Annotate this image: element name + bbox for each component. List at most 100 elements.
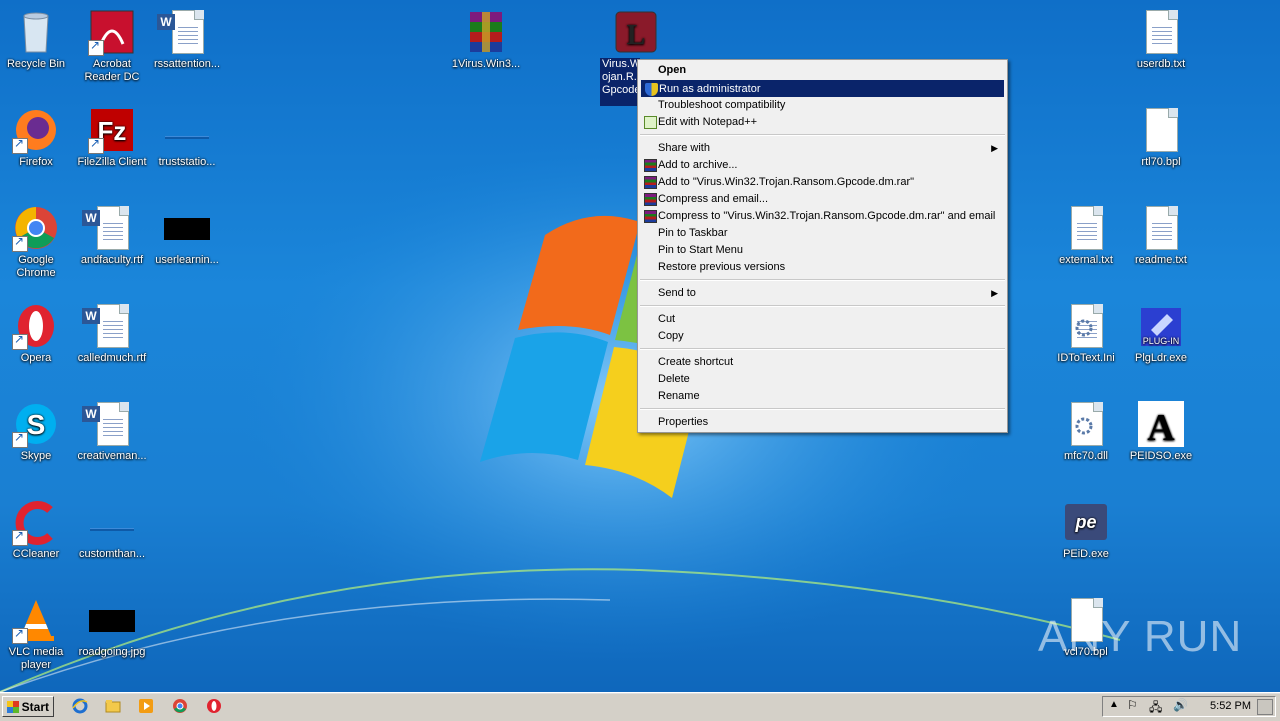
icon-label: Google Chrome bbox=[16, 254, 56, 279]
show-desktop-button[interactable] bbox=[1257, 699, 1273, 715]
desktop-icon-chrome[interactable]: Google Chrome bbox=[0, 200, 74, 280]
desktop-icon-peid[interactable]: pe PEiD.exe bbox=[1048, 494, 1124, 561]
icon-label: readme.txt bbox=[1135, 254, 1187, 266]
skype-icon: S bbox=[12, 400, 60, 448]
icon-label: Firefox bbox=[19, 156, 53, 168]
desktop-icon-opera[interactable]: Opera bbox=[0, 298, 74, 365]
opera-icon[interactable] bbox=[206, 698, 222, 714]
volume-icon[interactable]: 🔊 bbox=[1173, 698, 1188, 712]
menu-separator bbox=[640, 348, 1005, 350]
desktop-icon-roadgoing[interactable]: roadgoing.jpg bbox=[74, 592, 150, 659]
menu-item-restore-previous-versions[interactable]: Restore previous versions bbox=[641, 259, 1004, 276]
shortcut-arrow-icon bbox=[88, 136, 104, 154]
show-hidden-icons-icon[interactable]: ▲ bbox=[1109, 699, 1119, 710]
menu-item-create-shortcut[interactable]: Create shortcut bbox=[641, 354, 1004, 371]
chrome-icon[interactable] bbox=[172, 698, 188, 714]
desktop-icon-peidso[interactable]: A PEIDSO.exe bbox=[1123, 396, 1199, 463]
desktop-icon-skype[interactable]: S Skype bbox=[0, 396, 74, 463]
submenu-arrow-icon: ▶ bbox=[991, 288, 998, 298]
icon-label: userlearnin... bbox=[155, 254, 219, 266]
action-center-flag-icon[interactable]: ⚐ bbox=[1127, 698, 1138, 712]
menu-separator bbox=[640, 279, 1005, 281]
menu-separator bbox=[640, 305, 1005, 307]
dll-icon bbox=[1062, 400, 1110, 448]
menu-item-pin-to-start-menu[interactable]: Pin to Start Menu bbox=[641, 242, 1004, 259]
menu-item-open[interactable]: Open bbox=[641, 62, 1004, 79]
shortcut-arrow-icon bbox=[12, 430, 28, 448]
menu-item-add-to-rar[interactable]: Add to "Virus.Win32.Trojan.Ransom.Gpcode… bbox=[641, 174, 1004, 191]
desktop-icon-acrobat[interactable]: Acrobat Reader DC bbox=[74, 4, 150, 84]
desktop-icon-creativeman[interactable]: W creativeman... bbox=[74, 396, 150, 463]
desktop-icon-recycle-bin[interactable]: Recycle Bin bbox=[0, 4, 74, 71]
opera-icon bbox=[12, 302, 60, 350]
desktop-icon-ccleaner[interactable]: CCleaner bbox=[0, 494, 74, 561]
chrome-icon bbox=[12, 204, 60, 252]
menu-item-run-as-administrator[interactable]: Run as administrator bbox=[641, 80, 1004, 97]
media-player-icon[interactable] bbox=[138, 698, 154, 714]
windows-flag-icon bbox=[7, 701, 19, 713]
taskbar: Start ▲ ⚐ 🖧 🔊 5:52 PM bbox=[0, 692, 1280, 721]
desktop-icon-external[interactable]: external.txt bbox=[1048, 200, 1124, 267]
desktop-icon-mfc70[interactable]: mfc70.dll bbox=[1048, 396, 1124, 463]
menu-item-send-to[interactable]: Send to ▶ bbox=[641, 285, 1004, 302]
menu-item-copy[interactable]: Copy bbox=[641, 328, 1004, 345]
icon-label: external.txt bbox=[1059, 254, 1113, 266]
menu-item-properties[interactable]: Properties bbox=[641, 414, 1004, 431]
desktop-icon-userdb[interactable]: userdb.txt bbox=[1123, 4, 1199, 71]
blank-file-icon bbox=[88, 498, 136, 546]
desktop-icon-plgldr[interactable]: PLUG-IN PlgLdr.exe bbox=[1123, 298, 1199, 365]
shortcut-arrow-icon bbox=[12, 528, 28, 546]
menu-item-pin-to-taskbar[interactable]: Pin to Taskbar bbox=[641, 225, 1004, 242]
desktop-icon-rtl70[interactable]: rtl70.bpl bbox=[1123, 102, 1199, 169]
menu-item-share-with[interactable]: Share with ▶ bbox=[641, 140, 1004, 157]
desktop-icon-andfaculty[interactable]: W andfaculty.rtf bbox=[74, 200, 150, 267]
desktop-icon-filezilla[interactable]: Fz FileZilla Client bbox=[74, 102, 150, 169]
icon-label: creativeman... bbox=[77, 450, 147, 462]
menu-item-cut[interactable]: Cut bbox=[641, 311, 1004, 328]
network-icon[interactable]: 🖧 bbox=[1149, 698, 1162, 719]
desktop-icon-idtotext[interactable]: IDToText.Ini bbox=[1048, 298, 1124, 365]
recycle-bin-icon bbox=[12, 8, 60, 56]
firefox-icon bbox=[12, 106, 60, 154]
shortcut-arrow-icon bbox=[12, 626, 28, 644]
text-file-icon bbox=[1062, 204, 1110, 252]
shortcut-arrow-icon bbox=[88, 38, 104, 56]
desktop-icon-customthan[interactable]: customthan... bbox=[74, 494, 150, 561]
winrar-icon bbox=[644, 193, 657, 206]
submenu-arrow-icon: ▶ bbox=[991, 143, 998, 153]
anyrun-watermark: ANY RUN bbox=[1038, 612, 1243, 661]
menu-item-add-to-archive[interactable]: Add to archive... bbox=[641, 157, 1004, 174]
desktop-icon-firefox[interactable]: Firefox bbox=[0, 102, 74, 169]
text-file-icon bbox=[1137, 8, 1185, 56]
icon-label: VLC media player bbox=[8, 646, 64, 671]
ccleaner-icon bbox=[12, 498, 60, 546]
menu-item-troubleshoot-compatibility[interactable]: Troubleshoot compatibility bbox=[641, 97, 1004, 114]
explorer-icon[interactable] bbox=[105, 698, 121, 714]
start-button[interactable]: Start bbox=[2, 696, 54, 717]
desktop-icon-calledmuch[interactable]: W calledmuch.rtf bbox=[74, 298, 150, 365]
menu-separator bbox=[640, 408, 1005, 410]
desktop-icon-truststation[interactable]: truststatio... bbox=[149, 102, 225, 169]
word-doc-icon: W bbox=[82, 302, 136, 350]
menu-item-compress-and-email[interactable]: Compress and email... bbox=[641, 191, 1004, 208]
shortcut-arrow-icon bbox=[12, 234, 28, 252]
svg-text:S: S bbox=[27, 409, 46, 440]
icon-label: PEiD.exe bbox=[1063, 548, 1109, 560]
plugin-icon: PLUG-IN bbox=[1137, 302, 1185, 350]
desktop-icon-vlc[interactable]: VLC media player bbox=[0, 592, 74, 672]
menu-item-edit-with-notepadpp[interactable]: Edit with Notepad++ bbox=[641, 114, 1004, 131]
icon-label: PEIDSO.exe bbox=[1129, 450, 1193, 462]
winrar-icon bbox=[644, 159, 657, 172]
icon-label: PlgLdr.exe bbox=[1135, 352, 1187, 364]
icon-label: 1Virus.Win3... bbox=[451, 58, 521, 70]
desktop-icon-readme[interactable]: readme.txt bbox=[1123, 200, 1199, 267]
desktop-icon-winrar-archive[interactable]: 1Virus.Win3... bbox=[448, 4, 524, 71]
desktop-icon-rssattention[interactable]: W rssattention... bbox=[149, 4, 225, 71]
menu-item-rename[interactable]: Rename bbox=[641, 388, 1004, 405]
menu-item-compress-to-rar-and-email[interactable]: Compress to "Virus.Win32.Trojan.Ransom.G… bbox=[641, 208, 1004, 225]
menu-item-delete[interactable]: Delete bbox=[641, 371, 1004, 388]
ie-icon[interactable] bbox=[72, 698, 88, 714]
desktop-icon-userlearning[interactable]: userlearnin... bbox=[149, 200, 225, 267]
clock[interactable]: 5:52 PM bbox=[1210, 700, 1251, 712]
text-file-icon bbox=[1137, 204, 1185, 252]
